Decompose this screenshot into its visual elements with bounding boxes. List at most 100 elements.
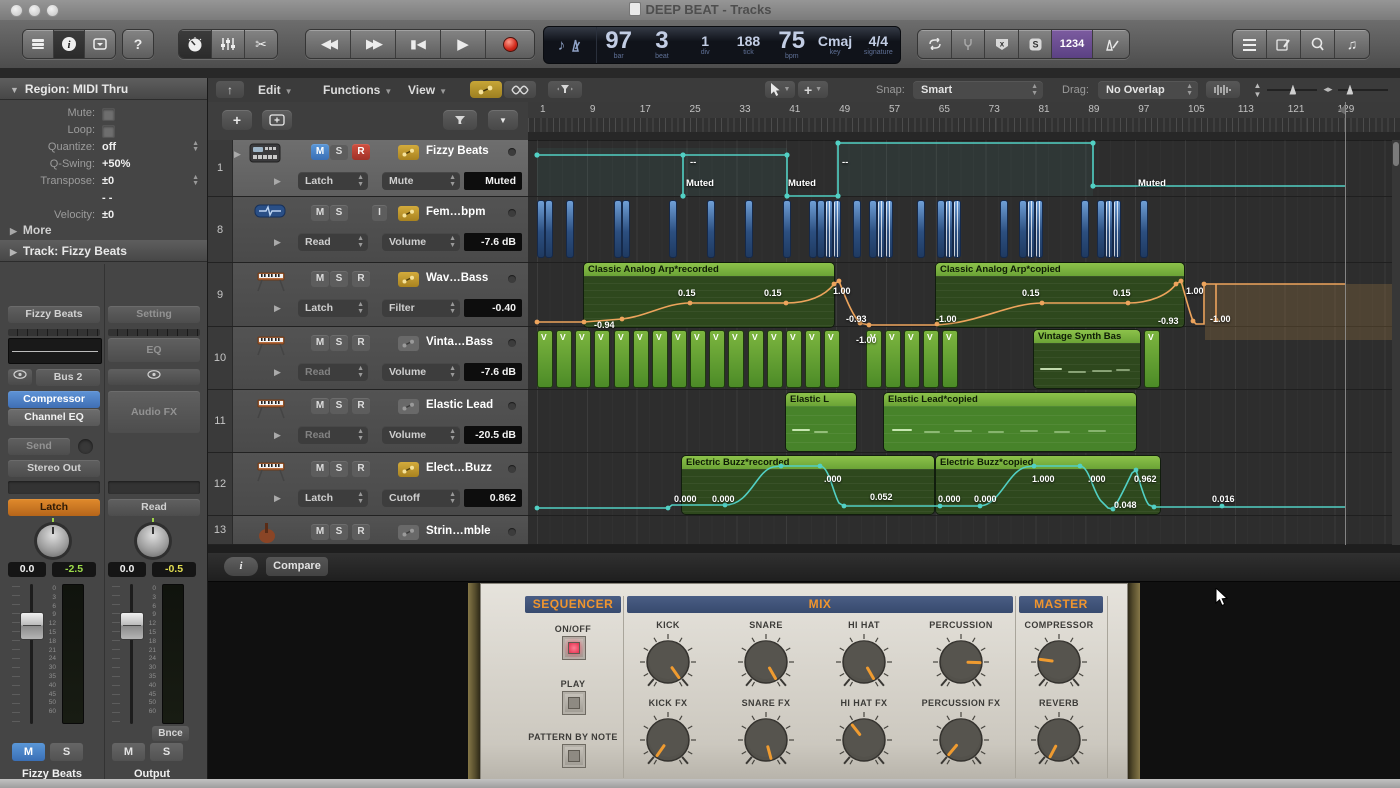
automation-icon[interactable] bbox=[398, 399, 419, 414]
automation-mode-dropdown[interactable]: Latch ▲ ▼ bbox=[298, 299, 368, 317]
record-enable-button[interactable]: R bbox=[352, 461, 370, 477]
insert-compressor[interactable]: Compressor bbox=[8, 391, 100, 408]
vintage-bass-segment[interactable]: V bbox=[633, 330, 649, 388]
automation-value[interactable]: Muted bbox=[464, 172, 522, 190]
toolbar-button[interactable] bbox=[85, 30, 115, 58]
track-filter-button[interactable] bbox=[443, 110, 477, 130]
kick-knob[interactable] bbox=[637, 631, 699, 693]
automation-param-dropdown[interactable]: Cutoff ▲ ▼ bbox=[382, 489, 460, 507]
track-header-options-button[interactable]: ▼ bbox=[488, 110, 518, 130]
param-checkbox[interactable] bbox=[102, 108, 115, 121]
eye-icon[interactable] bbox=[8, 369, 32, 385]
track-row-wav-bass[interactable]: 9 M S R Wav…Bass ▶ Latch ▲ ▼ Filter ▲ ▼ -0.40 bbox=[208, 263, 528, 327]
hide-inspector-button[interactable]: ↑ bbox=[216, 81, 244, 98]
pattern-by-note-button[interactable] bbox=[562, 744, 586, 768]
audio-segment[interactable] bbox=[917, 200, 925, 258]
catch-playhead-button[interactable] bbox=[548, 81, 582, 98]
output-slot[interactable]: Stereo Out bbox=[8, 460, 100, 477]
vintage-bass-segment[interactable]: V bbox=[652, 330, 668, 388]
record-button[interactable] bbox=[486, 30, 534, 58]
automation-mode-latch[interactable]: Latch bbox=[8, 499, 100, 516]
snap-dropdown[interactable]: Smart ▲ ▼ bbox=[913, 81, 1043, 99]
input-monitor-button[interactable]: I bbox=[372, 205, 387, 221]
track-name[interactable]: Elastic Lead bbox=[426, 399, 493, 411]
automation-icon[interactable] bbox=[398, 272, 419, 287]
add-track-button[interactable]: + bbox=[222, 110, 252, 130]
compare-button[interactable]: Compare bbox=[266, 557, 328, 576]
region-classic-analog-arp-recorded[interactable]: Classic Analog Arp*recorded bbox=[584, 263, 834, 327]
rewind-button[interactable]: ◀◀ bbox=[306, 30, 351, 58]
audio-fx-slot[interactable]: Audio FX bbox=[108, 391, 200, 433]
solo-button[interactable]: S bbox=[330, 144, 348, 160]
mute-button[interactable]: M bbox=[311, 398, 329, 414]
media-browser-button[interactable]: ♫ bbox=[1335, 30, 1369, 58]
reverb-knob[interactable] bbox=[1028, 709, 1090, 771]
pointer-tool-button[interactable]: ▼ bbox=[765, 81, 795, 98]
insert-channel-eq[interactable]: Channel EQ bbox=[8, 409, 100, 426]
play-button[interactable]: ▶ bbox=[441, 30, 486, 58]
vintage-bass-segment[interactable]: V bbox=[923, 330, 939, 388]
audio-segment[interactable] bbox=[622, 200, 630, 258]
volume-fader[interactable] bbox=[20, 612, 44, 640]
channel-setting-button[interactable]: Fizzy Beats bbox=[8, 306, 100, 323]
automation-mode-dropdown[interactable]: Read ▲ ▼ bbox=[298, 426, 368, 444]
bus-send-slot[interactable]: Bus 2 bbox=[36, 369, 100, 386]
scrollbar-thumb[interactable] bbox=[1393, 142, 1399, 166]
kick-fx-knob[interactable] bbox=[637, 709, 699, 771]
vintage-bass-segment[interactable]: V bbox=[671, 330, 687, 388]
audio-segment[interactable] bbox=[877, 200, 885, 258]
channel-setting-button[interactable]: Setting bbox=[108, 306, 200, 323]
record-enable-button[interactable]: R bbox=[352, 271, 370, 287]
hi-hat-fx-knob[interactable] bbox=[833, 709, 895, 771]
vintage-bass-segment[interactable]: V bbox=[885, 330, 901, 388]
mixer-button[interactable] bbox=[212, 30, 245, 58]
cycle-button[interactable] bbox=[918, 30, 952, 58]
library-button[interactable] bbox=[23, 30, 54, 58]
param-value[interactable]: ±0 bbox=[102, 174, 114, 189]
track-name[interactable]: Elect…Buzz bbox=[426, 462, 492, 474]
bar-ruler[interactable]: 191725334149576573818997105113121129 bbox=[528, 102, 1400, 119]
solo-button[interactable]: S bbox=[330, 271, 348, 287]
vintage-bass-segment[interactable]: V bbox=[824, 330, 840, 388]
automation-value[interactable]: 0.862 bbox=[464, 489, 522, 507]
audio-segment[interactable] bbox=[853, 200, 861, 258]
lcd-bpm-cell[interactable]: 75 bpm bbox=[770, 27, 813, 63]
project-end-line[interactable] bbox=[1345, 102, 1346, 545]
flex-toggle-button[interactable] bbox=[504, 81, 536, 98]
audio-segment[interactable] bbox=[953, 200, 961, 258]
snare-fx-knob[interactable] bbox=[735, 709, 797, 771]
automation-mode-dropdown[interactable]: Read ▲ ▼ bbox=[298, 233, 368, 251]
track-row-vinta-bass[interactable]: 10 M S R Vinta…Bass ▶ Read ▲ ▼ Volume ▲ ▼ -7.6 dB bbox=[208, 327, 528, 390]
automation-mode-read[interactable]: Read bbox=[108, 499, 200, 516]
vintage-bass-segment[interactable]: V bbox=[728, 330, 744, 388]
automation-toggle-button[interactable] bbox=[470, 81, 502, 98]
functions-menu[interactable]: Functions ▼ bbox=[323, 78, 392, 102]
vintage-bass-segment[interactable]: V bbox=[1144, 330, 1160, 388]
audio-segment[interactable] bbox=[825, 200, 833, 258]
automation-value[interactable]: -7.6 dB bbox=[464, 363, 522, 381]
automation-value[interactable]: -20.5 dB bbox=[464, 426, 522, 444]
audio-segment[interactable] bbox=[707, 200, 715, 258]
lcd-tick-cell[interactable]: 188 tick bbox=[727, 27, 770, 63]
pan-knob[interactable] bbox=[37, 518, 69, 557]
audio-segment[interactable] bbox=[783, 200, 791, 258]
vintage-bass-segment[interactable]: V bbox=[594, 330, 610, 388]
record-enable-button[interactable]: R bbox=[352, 144, 370, 160]
record-enable-button[interactable]: R bbox=[352, 398, 370, 414]
preview-play-icon[interactable]: ▶ bbox=[234, 149, 241, 160]
lcd-bar-cell[interactable]: 97 bar bbox=[597, 27, 640, 63]
vintage-bass-segment[interactable]: V bbox=[904, 330, 920, 388]
audio-segment[interactable] bbox=[1105, 200, 1113, 258]
track-row-fem-bpm[interactable]: 8 M S I Fem…bpm ▶ Read ▲ ▼ Volume ▲ ▼ -7.6 dB bbox=[208, 197, 528, 263]
audio-segment[interactable] bbox=[945, 200, 953, 258]
vertical-zoom-slider[interactable] bbox=[1267, 84, 1318, 95]
track-name[interactable]: Vinta…Bass bbox=[426, 336, 493, 348]
hi-hat-knob[interactable] bbox=[833, 631, 895, 693]
solo-button[interactable]: S bbox=[330, 335, 348, 351]
track-name[interactable]: Fem…bpm bbox=[426, 206, 485, 218]
audio-segment[interactable] bbox=[545, 200, 553, 258]
snare-knob[interactable] bbox=[735, 631, 797, 693]
forward-button[interactable]: ▶▶ bbox=[351, 30, 396, 58]
solo-button[interactable]: S bbox=[50, 743, 83, 761]
pan-value[interactable]: 0.0 bbox=[8, 562, 46, 577]
